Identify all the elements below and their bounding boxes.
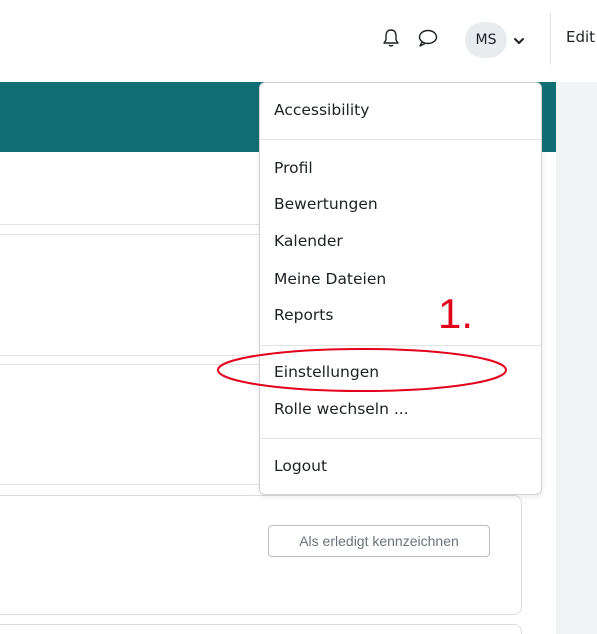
mark-as-done-button[interactable]: Als erledigt kennzeichnen (268, 525, 490, 557)
content-divider (0, 224, 260, 225)
menu-item-calendar[interactable]: Kalender (274, 232, 343, 250)
chat-icon[interactable] (416, 27, 440, 49)
menu-item-reports[interactable]: Reports (274, 306, 333, 324)
edit-mode-label[interactable]: Edit (566, 28, 595, 46)
right-drawer-strip (556, 82, 597, 634)
page: MS Edit Als erledigt kennzeichnen Access… (0, 0, 597, 634)
content-divider (0, 484, 260, 485)
menu-item-profile[interactable]: Profil (274, 159, 313, 177)
bell-icon[interactable] (380, 27, 402, 49)
menu-divider (260, 438, 541, 439)
content-divider (0, 234, 260, 235)
annotation-ellipse (217, 348, 507, 392)
menu-item-switch-role[interactable]: Rolle wechseln ... (274, 400, 409, 418)
menu-divider (260, 139, 541, 140)
menu-item-grades[interactable]: Bewertungen (274, 195, 378, 213)
avatar-initials: MS (475, 32, 497, 48)
menu-item-logout[interactable]: Logout (274, 457, 327, 475)
user-avatar[interactable]: MS (465, 22, 507, 58)
top-navbar: MS Edit (0, 0, 597, 83)
activity-card (0, 624, 522, 634)
menu-item-files[interactable]: Meine Dateien (274, 270, 386, 288)
chevron-down-icon[interactable] (512, 33, 526, 47)
menu-item-accessibility[interactable]: Accessibility (274, 101, 369, 119)
navbar-divider (550, 13, 551, 65)
annotation-step-number: 1. (438, 290, 474, 337)
user-menu-dropdown: Accessibility Profil Bewertungen Kalende… (259, 82, 542, 495)
